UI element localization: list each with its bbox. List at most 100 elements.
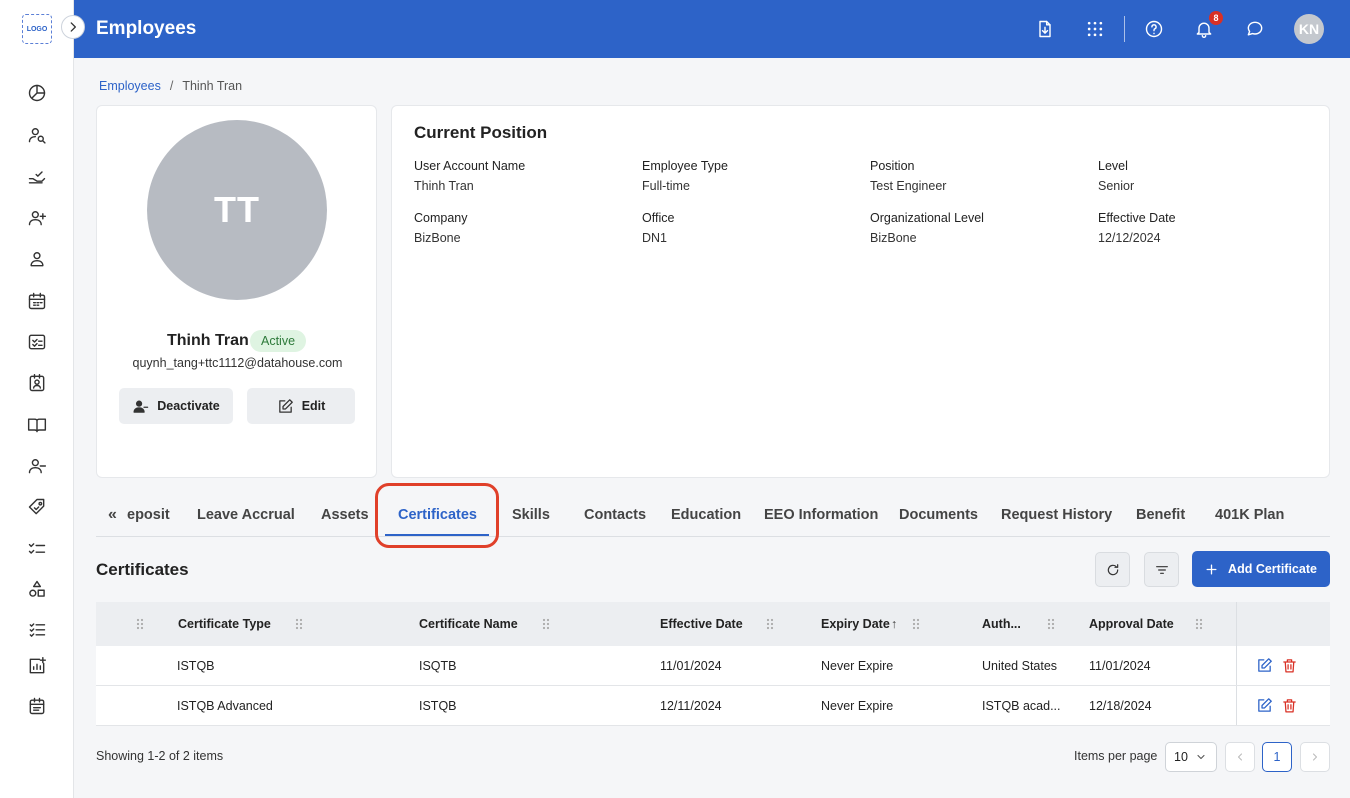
tab-education[interactable]: Education bbox=[671, 507, 741, 523]
column-header-expiry-date[interactable]: Expiry Date bbox=[821, 602, 890, 646]
breadcrumb-current: Thinh Tran bbox=[182, 79, 243, 93]
field-value: BizBone bbox=[414, 231, 461, 245]
field-office: Office DN1 bbox=[642, 211, 862, 245]
tab-deposit[interactable]: eposit bbox=[127, 507, 170, 523]
field-level: Level Senior bbox=[1098, 159, 1318, 193]
download-icon[interactable] bbox=[1033, 17, 1057, 41]
id-card-icon[interactable] bbox=[26, 372, 48, 394]
sort-ascending-icon[interactable]: ↑ bbox=[891, 602, 897, 646]
cell-approval-date: 12/18/2024 bbox=[1089, 698, 1152, 713]
schedule-icon[interactable] bbox=[26, 695, 48, 717]
field-label: Effective Date bbox=[1098, 211, 1176, 225]
previous-page-button[interactable] bbox=[1225, 742, 1255, 772]
current-position-card: Current Position User Account Name Thinh … bbox=[391, 105, 1330, 478]
table-row[interactable]: ISTQB ISQTB 11/01/2024 Never Expire Unit… bbox=[96, 646, 1330, 686]
tab-benefit[interactable]: Benefit bbox=[1136, 507, 1185, 523]
cell-authority: United States bbox=[982, 658, 1058, 673]
refresh-button[interactable] bbox=[1095, 552, 1130, 587]
dashboard-icon[interactable] bbox=[26, 82, 48, 104]
top-header: Employees 8 KN bbox=[74, 0, 1350, 58]
user-remove-icon[interactable] bbox=[26, 455, 48, 477]
report-add-icon[interactable] bbox=[26, 655, 48, 677]
page-button-current[interactable]: 1 bbox=[1262, 742, 1292, 772]
apps-grid-icon[interactable] bbox=[1083, 17, 1107, 41]
drag-handle-icon[interactable] bbox=[1195, 618, 1203, 630]
delete-icon[interactable] bbox=[1281, 657, 1298, 674]
chat-icon[interactable] bbox=[1243, 17, 1267, 41]
status-badge: Active bbox=[250, 330, 307, 352]
delete-icon[interactable] bbox=[1281, 697, 1298, 714]
column-header-certificate-name[interactable]: Certificate Name bbox=[419, 602, 518, 646]
items-per-page-select[interactable]: 10 bbox=[1165, 742, 1217, 772]
breadcrumb-employees-link[interactable]: Employees bbox=[99, 79, 161, 93]
list-check-icon[interactable] bbox=[26, 618, 48, 640]
next-page-button[interactable] bbox=[1300, 742, 1330, 772]
cell-effective-date: 11/01/2024 bbox=[660, 658, 722, 673]
add-certificate-button[interactable]: Add Certificate bbox=[1192, 551, 1330, 587]
tab-leave-accrual[interactable]: Leave Accrual bbox=[197, 507, 295, 523]
user-icon[interactable] bbox=[26, 248, 48, 270]
filter-button[interactable] bbox=[1144, 552, 1179, 587]
column-header-approval-date[interactable]: Approval Date bbox=[1089, 602, 1174, 646]
user-avatar[interactable]: KN bbox=[1294, 14, 1324, 44]
tab-assets[interactable]: Assets bbox=[321, 507, 369, 523]
drag-handle-icon[interactable] bbox=[295, 618, 303, 630]
certificates-title: Certificates bbox=[96, 560, 189, 579]
edit-icon[interactable] bbox=[1256, 657, 1273, 674]
tab-request-history[interactable]: Request History bbox=[1001, 507, 1112, 523]
chevron-right-icon bbox=[70, 22, 76, 32]
field-value: DN1 bbox=[642, 231, 668, 245]
tab-eeo-information[interactable]: EEO Information bbox=[764, 507, 878, 523]
shapes-icon[interactable] bbox=[26, 578, 48, 600]
table-row[interactable]: ISTQB Advanced ISTQB 12/11/2024 Never Ex… bbox=[96, 686, 1330, 726]
cell-approval-date: 11/01/2024 bbox=[1089, 658, 1151, 673]
page-title: Employees bbox=[96, 18, 197, 39]
pagination-summary: Showing 1-2 of 2 items bbox=[96, 749, 224, 763]
sidebar-expand-button[interactable] bbox=[61, 15, 85, 39]
calendar-icon[interactable] bbox=[26, 290, 48, 312]
drag-handle-icon[interactable] bbox=[912, 618, 920, 630]
column-header-authority[interactable]: Auth... bbox=[982, 602, 1021, 646]
field-value: BizBone bbox=[870, 231, 917, 245]
task-list-icon[interactable] bbox=[26, 537, 48, 559]
tabs-scroll-left-button[interactable]: « bbox=[108, 506, 117, 524]
field-label: Level bbox=[1098, 159, 1128, 173]
cell-certificate-name: ISTQB bbox=[419, 698, 457, 713]
edit-button[interactable]: Edit bbox=[247, 388, 355, 424]
help-icon[interactable] bbox=[1142, 17, 1166, 41]
field-value: Full-time bbox=[642, 179, 690, 193]
drag-handle-icon[interactable] bbox=[542, 618, 550, 630]
row-actions bbox=[1236, 686, 1330, 725]
field-label: Organizational Level bbox=[870, 211, 984, 225]
drag-handle-icon[interactable] bbox=[136, 618, 144, 630]
actions-column-header bbox=[1236, 602, 1330, 646]
drag-handle-icon[interactable] bbox=[766, 618, 774, 630]
tab-documents[interactable]: Documents bbox=[899, 507, 978, 523]
highlight-annotation bbox=[375, 483, 499, 548]
tab-contacts[interactable]: Contacts bbox=[584, 507, 646, 523]
tag-icon[interactable] bbox=[26, 496, 48, 518]
items-per-page-label: Items per page bbox=[1074, 749, 1158, 763]
field-position: Position Test Engineer bbox=[870, 159, 1090, 193]
field-value: Test Engineer bbox=[870, 179, 947, 193]
deactivate-button[interactable]: Deactivate bbox=[119, 388, 233, 424]
tab-401k-plan[interactable]: 401K Plan bbox=[1215, 507, 1284, 523]
items-per-page-value: 10 bbox=[1174, 750, 1188, 764]
edit-icon[interactable] bbox=[1256, 697, 1273, 714]
row-actions bbox=[1236, 646, 1330, 685]
hand-check-icon[interactable] bbox=[26, 166, 48, 188]
column-header-certificate-type[interactable]: Certificate Type bbox=[178, 602, 271, 646]
header-divider bbox=[1124, 16, 1125, 42]
column-header-effective-date[interactable]: Effective Date bbox=[660, 602, 743, 646]
book-icon[interactable] bbox=[26, 414, 48, 436]
user-add-icon[interactable] bbox=[26, 207, 48, 229]
checklist-icon[interactable] bbox=[26, 331, 48, 353]
field-effective-date: Effective Date 12/12/2024 bbox=[1098, 211, 1318, 245]
logo[interactable]: LOGO bbox=[22, 14, 52, 44]
field-label: Company bbox=[414, 211, 468, 225]
tab-skills[interactable]: Skills bbox=[512, 507, 550, 523]
people-search-icon[interactable] bbox=[26, 124, 48, 146]
drag-handle-icon[interactable] bbox=[1047, 618, 1055, 630]
field-employee-type: Employee Type Full-time bbox=[642, 159, 862, 193]
filter-icon bbox=[1155, 565, 1168, 574]
